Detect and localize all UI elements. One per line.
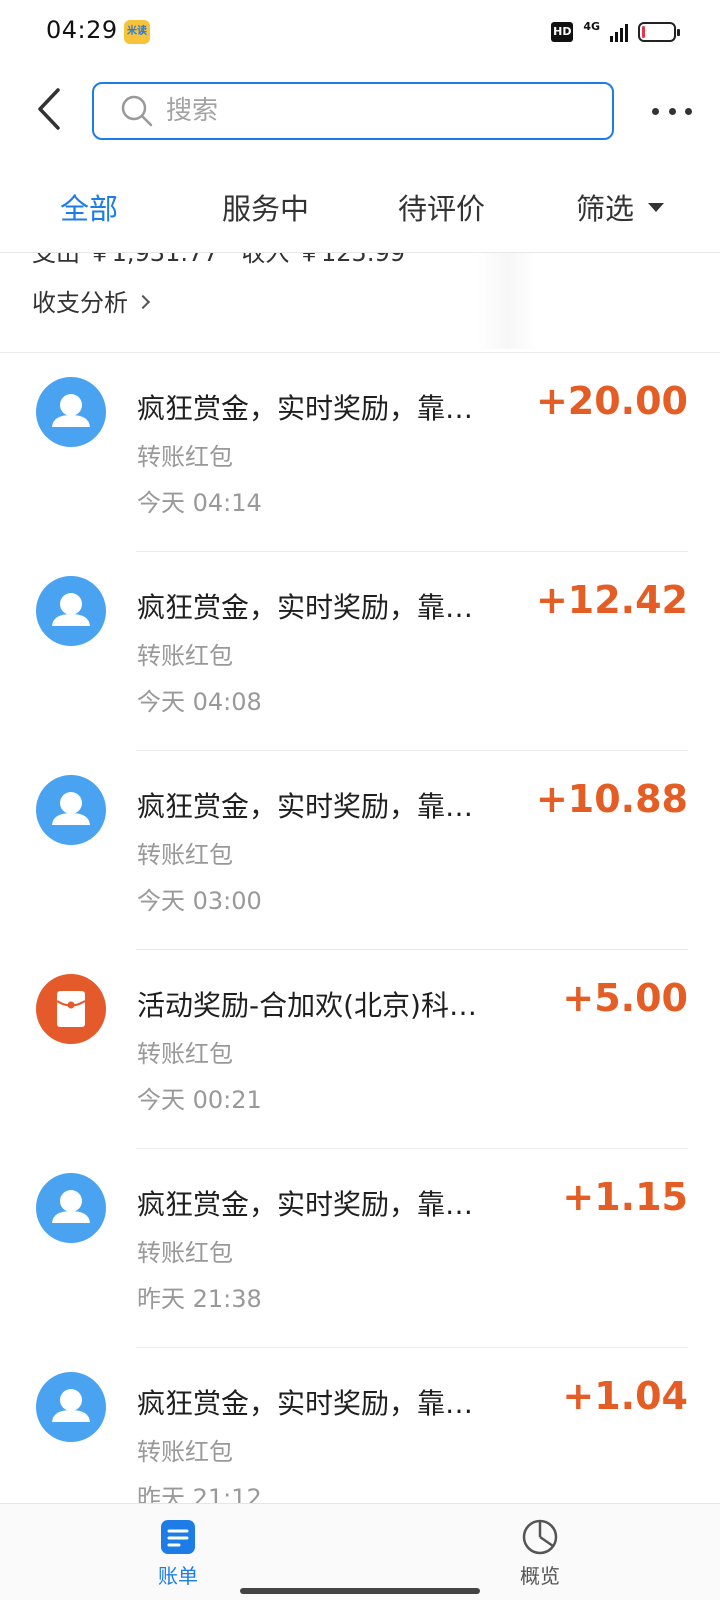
summary-totals: 支出 ￥1,931.77 收入 ￥125.99 [32, 253, 405, 267]
red-envelope-icon [56, 991, 86, 1027]
header [0, 72, 720, 152]
transaction-type: 转账红包 [137, 443, 233, 471]
transaction-amount: +12.42 [535, 578, 688, 622]
transaction-row[interactable]: 活动奖励-合加欢(北京)科技有限公司转账红包今天 00:21 +5.00 [0, 950, 720, 1149]
nav-bill-label: 账单 [158, 1564, 198, 1588]
transaction-row[interactable]: 疯狂赏金，实时奖励，靠谱赚钱转账红包昨天 21:38 +1.15 [0, 1149, 720, 1348]
status-indicators: HD 4G [551, 19, 680, 44]
transaction-type: 转账红包 [137, 642, 233, 670]
transaction-avatar [36, 775, 106, 845]
transaction-title: 疯狂赏金，实时奖励，靠谱赚钱 [137, 591, 497, 624]
person-avatar-icon [52, 394, 90, 427]
chevron-right-icon [135, 294, 151, 309]
transaction-row[interactable]: 疯狂赏金，实时奖励，靠谱赚钱转账红包昨天 21:12 +1.04 [0, 1348, 720, 1503]
signal-icon [610, 22, 628, 42]
analysis-link-label: 收支分析 [32, 289, 128, 317]
transaction-row[interactable]: 疯狂赏金，实时奖励，靠谱赚钱转账红包今天 03:00 +10.88 [0, 751, 720, 950]
transaction-type: 转账红包 [137, 841, 233, 869]
person-avatar-icon [52, 792, 90, 825]
transaction-time: 今天 00:21 [137, 1086, 262, 1114]
chevron-left-icon [38, 88, 60, 130]
tab-all[interactable]: 全部 [60, 186, 118, 228]
person-avatar-icon [52, 593, 90, 626]
transaction-amount: +5.00 [562, 976, 688, 1020]
person-avatar-icon [52, 1190, 90, 1223]
transaction-avatar [36, 1372, 106, 1442]
nav-overview[interactable]: 概览 [480, 1518, 600, 1589]
more-button[interactable] [652, 96, 692, 126]
transaction-title: 疯狂赏金，实时奖励，靠谱赚钱 [137, 1188, 497, 1221]
transaction-row[interactable]: 疯狂赏金，实时奖励，靠谱赚钱转账红包今天 04:08 +12.42 [0, 552, 720, 751]
transaction-type: 转账红包 [137, 1438, 233, 1466]
transaction-time: 今天 03:00 [137, 887, 262, 915]
battery-level [642, 26, 645, 38]
transaction-title: 疯狂赏金，实时奖励，靠谱赚钱 [137, 790, 497, 823]
person-avatar-icon [52, 1389, 90, 1422]
transaction-time: 今天 04:08 [137, 688, 262, 716]
search-icon [121, 95, 153, 127]
nav-bill[interactable]: 账单 [118, 1518, 238, 1589]
status-bar: 04:29 米读 HD 4G [0, 0, 720, 64]
transaction-amount: +1.04 [562, 1374, 688, 1418]
transaction-time: 今天 04:14 [137, 489, 262, 517]
transaction-time: 昨天 21:12 [137, 1484, 262, 1503]
bottom-nav: 账单 概览 [0, 1503, 720, 1600]
network-type: 4G [583, 19, 600, 33]
transaction-type: 转账红包 [137, 1040, 233, 1068]
tab-filter-label: 筛选 [576, 192, 635, 226]
tab-to-review[interactable]: 待评价 [398, 186, 485, 228]
transaction-amount: +1.15 [562, 1175, 688, 1219]
status-time: 04:29 [46, 16, 118, 44]
transaction-avatar [36, 974, 106, 1044]
transaction-row[interactable]: 疯狂赏金，实时奖励，靠谱赚钱转账红包今天 04:14 +20.00 [0, 353, 720, 552]
tab-in-service[interactable]: 服务中 [222, 186, 309, 228]
analysis-link[interactable]: 收支分析 [32, 283, 151, 318]
back-button[interactable] [28, 84, 68, 134]
filter-tabs: 全部 服务中 待评价 筛选 [0, 172, 720, 242]
battery-icon [638, 22, 680, 42]
transaction-time: 昨天 21:38 [137, 1285, 262, 1313]
transaction-list[interactable]: 疯狂赏金，实时奖励，靠谱赚钱 转账红包 今天 04:14 +20.00 疯狂赏金，实时奖… [0, 353, 720, 1503]
search-box[interactable] [92, 82, 614, 140]
home-indicator[interactable] [240, 1588, 480, 1594]
tab-filter[interactable]: 筛选 [576, 186, 665, 228]
transaction-amount: +10.88 [535, 777, 688, 821]
summary-panel: 支出 ￥1,931.77 收入 ￥125.99 收支分析 [0, 253, 720, 353]
transaction-amount: +20.00 [535, 379, 688, 423]
transaction-type: 转账红包 [137, 1239, 233, 1267]
transaction-avatar [36, 576, 106, 646]
hd-icon: HD [551, 22, 574, 42]
transaction-avatar [36, 1173, 106, 1243]
pie-chart-icon [522, 1519, 558, 1555]
transaction-title: 疯狂赏金，实时奖励，靠谱赚钱 [137, 392, 497, 425]
nav-overview-label: 概览 [520, 1564, 560, 1588]
search-input[interactable] [166, 96, 566, 126]
caret-down-icon [648, 202, 665, 212]
transaction-title: 疯狂赏金，实时奖励，靠谱赚钱 [137, 1387, 497, 1420]
summary-shade [478, 253, 538, 349]
more-dots-icon [652, 107, 659, 115]
app-notification-icon: 米读 [124, 20, 150, 44]
transaction-avatar [36, 377, 106, 447]
bill-icon [161, 1520, 195, 1554]
transaction-title: 活动奖励-合加欢(北京)科技有限公司 [137, 989, 497, 1022]
